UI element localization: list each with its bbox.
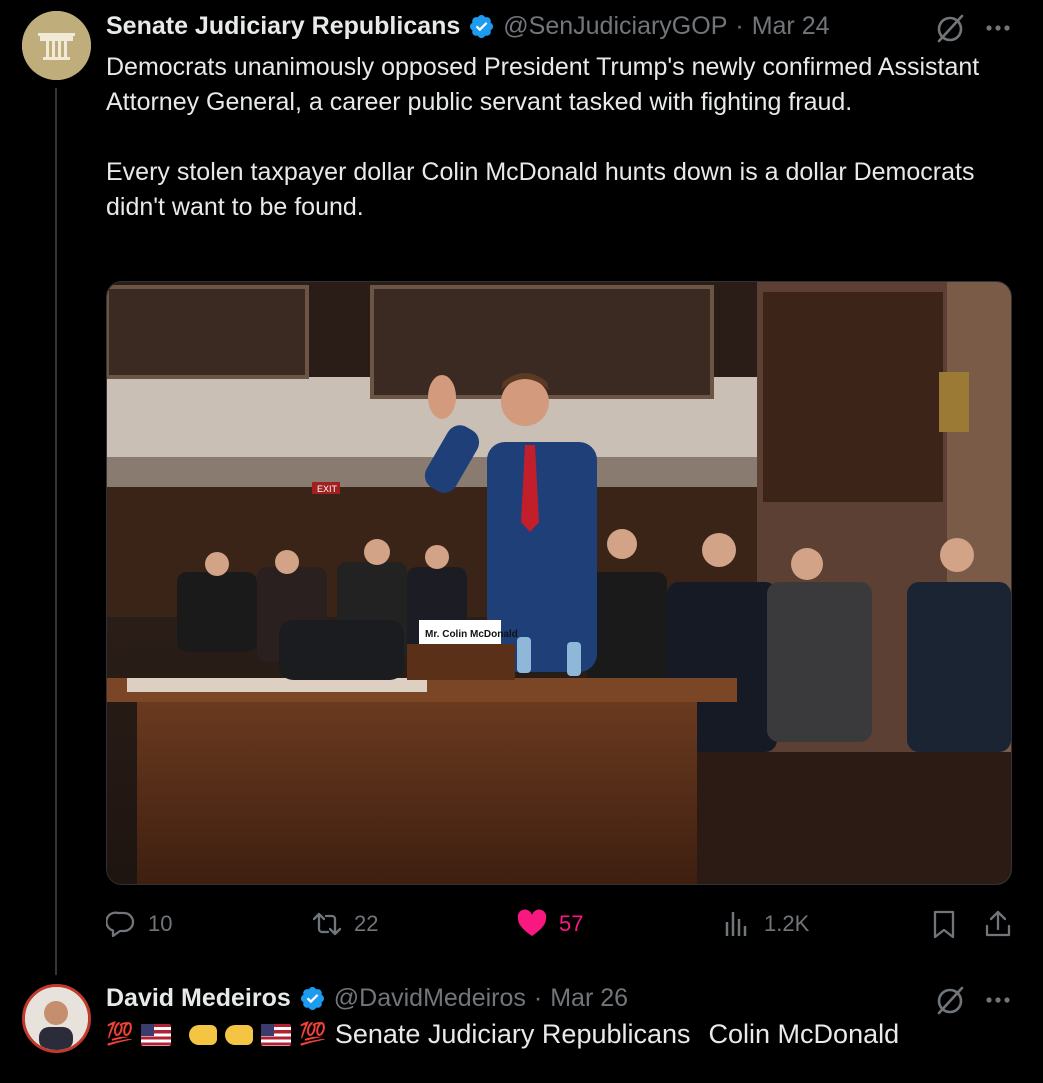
reply-grok-button[interactable] xyxy=(935,985,965,1020)
author-avatar[interactable] xyxy=(22,11,91,80)
share-button[interactable] xyxy=(983,909,1013,944)
author-handle[interactable]: @SenJudiciaryGOP xyxy=(503,12,727,41)
exit-sign: EXIT xyxy=(317,484,338,494)
like-count: 57 xyxy=(559,911,584,936)
reply-date[interactable]: Mar 26 xyxy=(550,984,628,1013)
fist-bump-left-icon xyxy=(189,1024,218,1045)
tweet-paragraph-1: Democrats unanimously opposed President … xyxy=(106,53,980,116)
like-button[interactable]: 57 xyxy=(517,909,583,939)
separator-dot: · xyxy=(533,984,543,1012)
grok-icon xyxy=(937,986,964,1015)
more-options-button[interactable] xyxy=(984,13,1014,48)
reply-button[interactable]: 10 xyxy=(106,909,172,939)
views-button[interactable]: 1.2K xyxy=(722,909,809,939)
mention-colin-mcdonald[interactable]: Colin McDonald xyxy=(709,1019,900,1050)
heart-icon xyxy=(517,909,547,936)
bookmark-button[interactable] xyxy=(929,909,959,944)
us-flag-icon xyxy=(261,1023,292,1046)
more-icon xyxy=(986,25,1010,31)
fist-bump-right-icon xyxy=(225,1024,254,1045)
reply-body: 💯 💯 Senate Judiciary Republicans Colin M… xyxy=(106,1019,899,1050)
reply-header: David Medeiros @DavidMedeiros · Mar 26 xyxy=(106,984,628,1013)
more-icon xyxy=(986,997,1010,1003)
verified-badge-icon[interactable] xyxy=(468,13,495,40)
hearing-room-photo: EXIT Mr. Colin McDonald xyxy=(107,282,1011,884)
share-icon xyxy=(985,910,1011,937)
verified-badge-icon[interactable] xyxy=(299,985,326,1012)
hundred-points-icon: 💯 xyxy=(106,1022,134,1047)
author-name[interactable]: Senate Judiciary Republicans xyxy=(106,12,460,41)
capitol-column-logo-icon xyxy=(22,11,91,80)
tweet-header: Senate Judiciary Republicans @SenJudicia… xyxy=(106,12,830,41)
tweet-paragraph-2: Every stolen taxpayer dollar Colin McDon… xyxy=(106,158,975,221)
repost-button[interactable]: 22 xyxy=(312,909,378,939)
mention-senate-judiciary[interactable]: Senate Judiciary Republicans xyxy=(335,1019,691,1050)
thread-connector-line xyxy=(55,88,57,975)
repost-icon xyxy=(312,912,342,936)
reply-author-name[interactable]: David Medeiros xyxy=(106,984,291,1013)
bookmark-icon xyxy=(933,910,955,939)
hundred-points-icon: 💯 xyxy=(299,1022,327,1047)
views-count: 1.2K xyxy=(764,911,810,936)
tweet-photo[interactable]: EXIT Mr. Colin McDonald xyxy=(106,281,1012,885)
reply-more-options-button[interactable] xyxy=(984,985,1014,1020)
repost-count: 22 xyxy=(354,911,379,936)
tweet-body: Democrats unanimously opposed President … xyxy=(106,50,1006,225)
profile-photo-icon xyxy=(25,987,88,1050)
reply-author-avatar[interactable] xyxy=(22,984,91,1053)
views-icon xyxy=(725,912,747,936)
nameplate-text: Mr. Colin McDonald xyxy=(425,629,518,640)
tweet-date[interactable]: Mar 24 xyxy=(752,12,830,41)
us-flag-icon xyxy=(141,1023,172,1046)
separator-dot: · xyxy=(735,12,744,40)
reply-icon xyxy=(106,911,135,938)
grok-button[interactable] xyxy=(935,13,965,48)
reply-count: 10 xyxy=(148,911,173,936)
grok-icon xyxy=(937,14,964,43)
reply-author-handle[interactable]: @DavidMedeiros xyxy=(334,984,526,1013)
